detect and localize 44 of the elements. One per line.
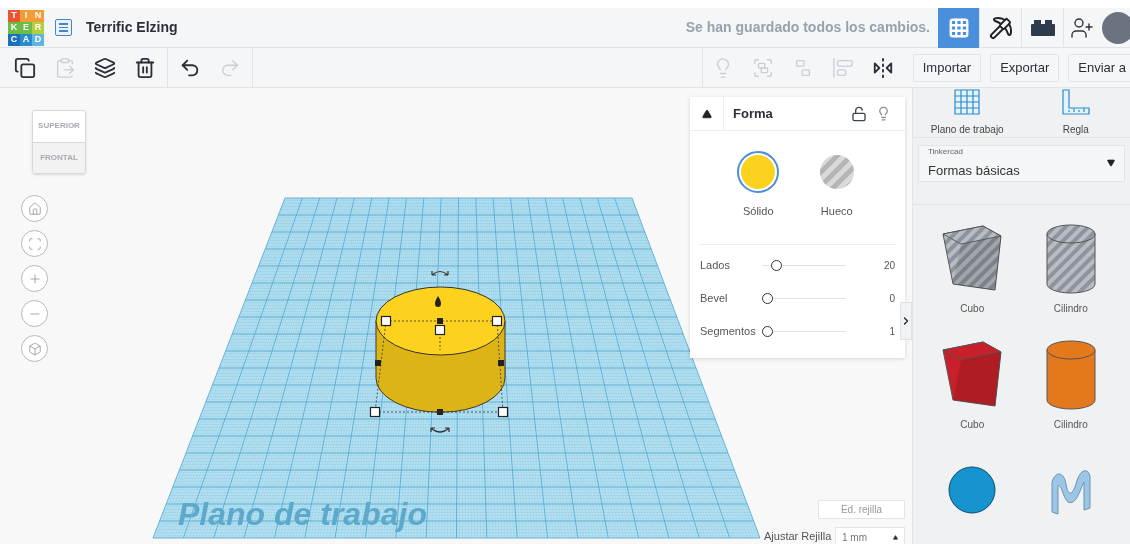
save-status: Se han guardado todos los cambios.	[685, 18, 930, 37]
pickaxe-icon	[988, 15, 1013, 40]
slider-label: Bevel	[700, 290, 729, 306]
slider-thumb[interactable]	[762, 325, 773, 337]
snap-value: 1 mm	[842, 530, 867, 544]
selected-cylinder-drawing[interactable]	[369, 270, 509, 433]
grid-icon	[947, 16, 970, 39]
slider-value: 1	[889, 324, 895, 339]
avatar[interactable]	[1102, 11, 1130, 44]
slider-value: 20	[883, 258, 895, 273]
shape-label: Cubo	[960, 301, 985, 316]
logo-letter: T	[8, 9, 20, 22]
snap-grid-select[interactable]: 1 mm	[835, 527, 905, 544]
list-icon[interactable]	[55, 19, 72, 36]
category-dropdown[interactable]: Tinkercad Formas básicas	[918, 145, 1125, 182]
workplane-tool[interactable]: Plano de trabajo	[913, 88, 1022, 137]
slider-thumb[interactable]	[762, 292, 773, 304]
slider-label: Lados	[700, 257, 731, 273]
shape-label: Cilindro	[1053, 417, 1088, 432]
shape-label: Cubo	[960, 417, 985, 432]
toolbar-button[interactable]: Enviar a	[1068, 53, 1130, 82]
toolbar-button[interactable]: Importar	[912, 53, 982, 82]
panel-title: Forma	[733, 104, 773, 123]
caret-icon	[1107, 159, 1115, 168]
shape-label: Cilindro	[1053, 301, 1088, 316]
fill-mode-option[interactable]: Hueco	[815, 151, 858, 220]
lock-icon[interactable]	[851, 105, 867, 122]
toolbar-button[interactable]: Exportar	[990, 53, 1060, 82]
logo[interactable]: T I N K E R C A D	[8, 9, 44, 46]
cylinder-shape-icon[interactable]	[1044, 221, 1097, 294]
slider-value: 0	[889, 291, 895, 306]
ruler-tool[interactable]: Regla	[1021, 88, 1130, 137]
snap-grid-label: Ajustar Rejilla	[764, 529, 832, 544]
slider-thumb[interactable]	[771, 259, 783, 271]
logo-letter: I	[20, 9, 32, 22]
slider-label: Segmentos	[700, 323, 757, 339]
sphere-shape-icon[interactable]	[948, 465, 997, 514]
design-title[interactable]: Terrific Elzing	[86, 17, 178, 38]
lightbulb-icon[interactable]	[876, 106, 891, 121]
logo-letter: N	[32, 9, 44, 22]
panel-toggle[interactable]	[900, 302, 912, 340]
caret-icon	[893, 534, 898, 540]
brick-icon	[1029, 18, 1056, 37]
cylinder-shape-icon[interactable]	[1044, 337, 1097, 410]
